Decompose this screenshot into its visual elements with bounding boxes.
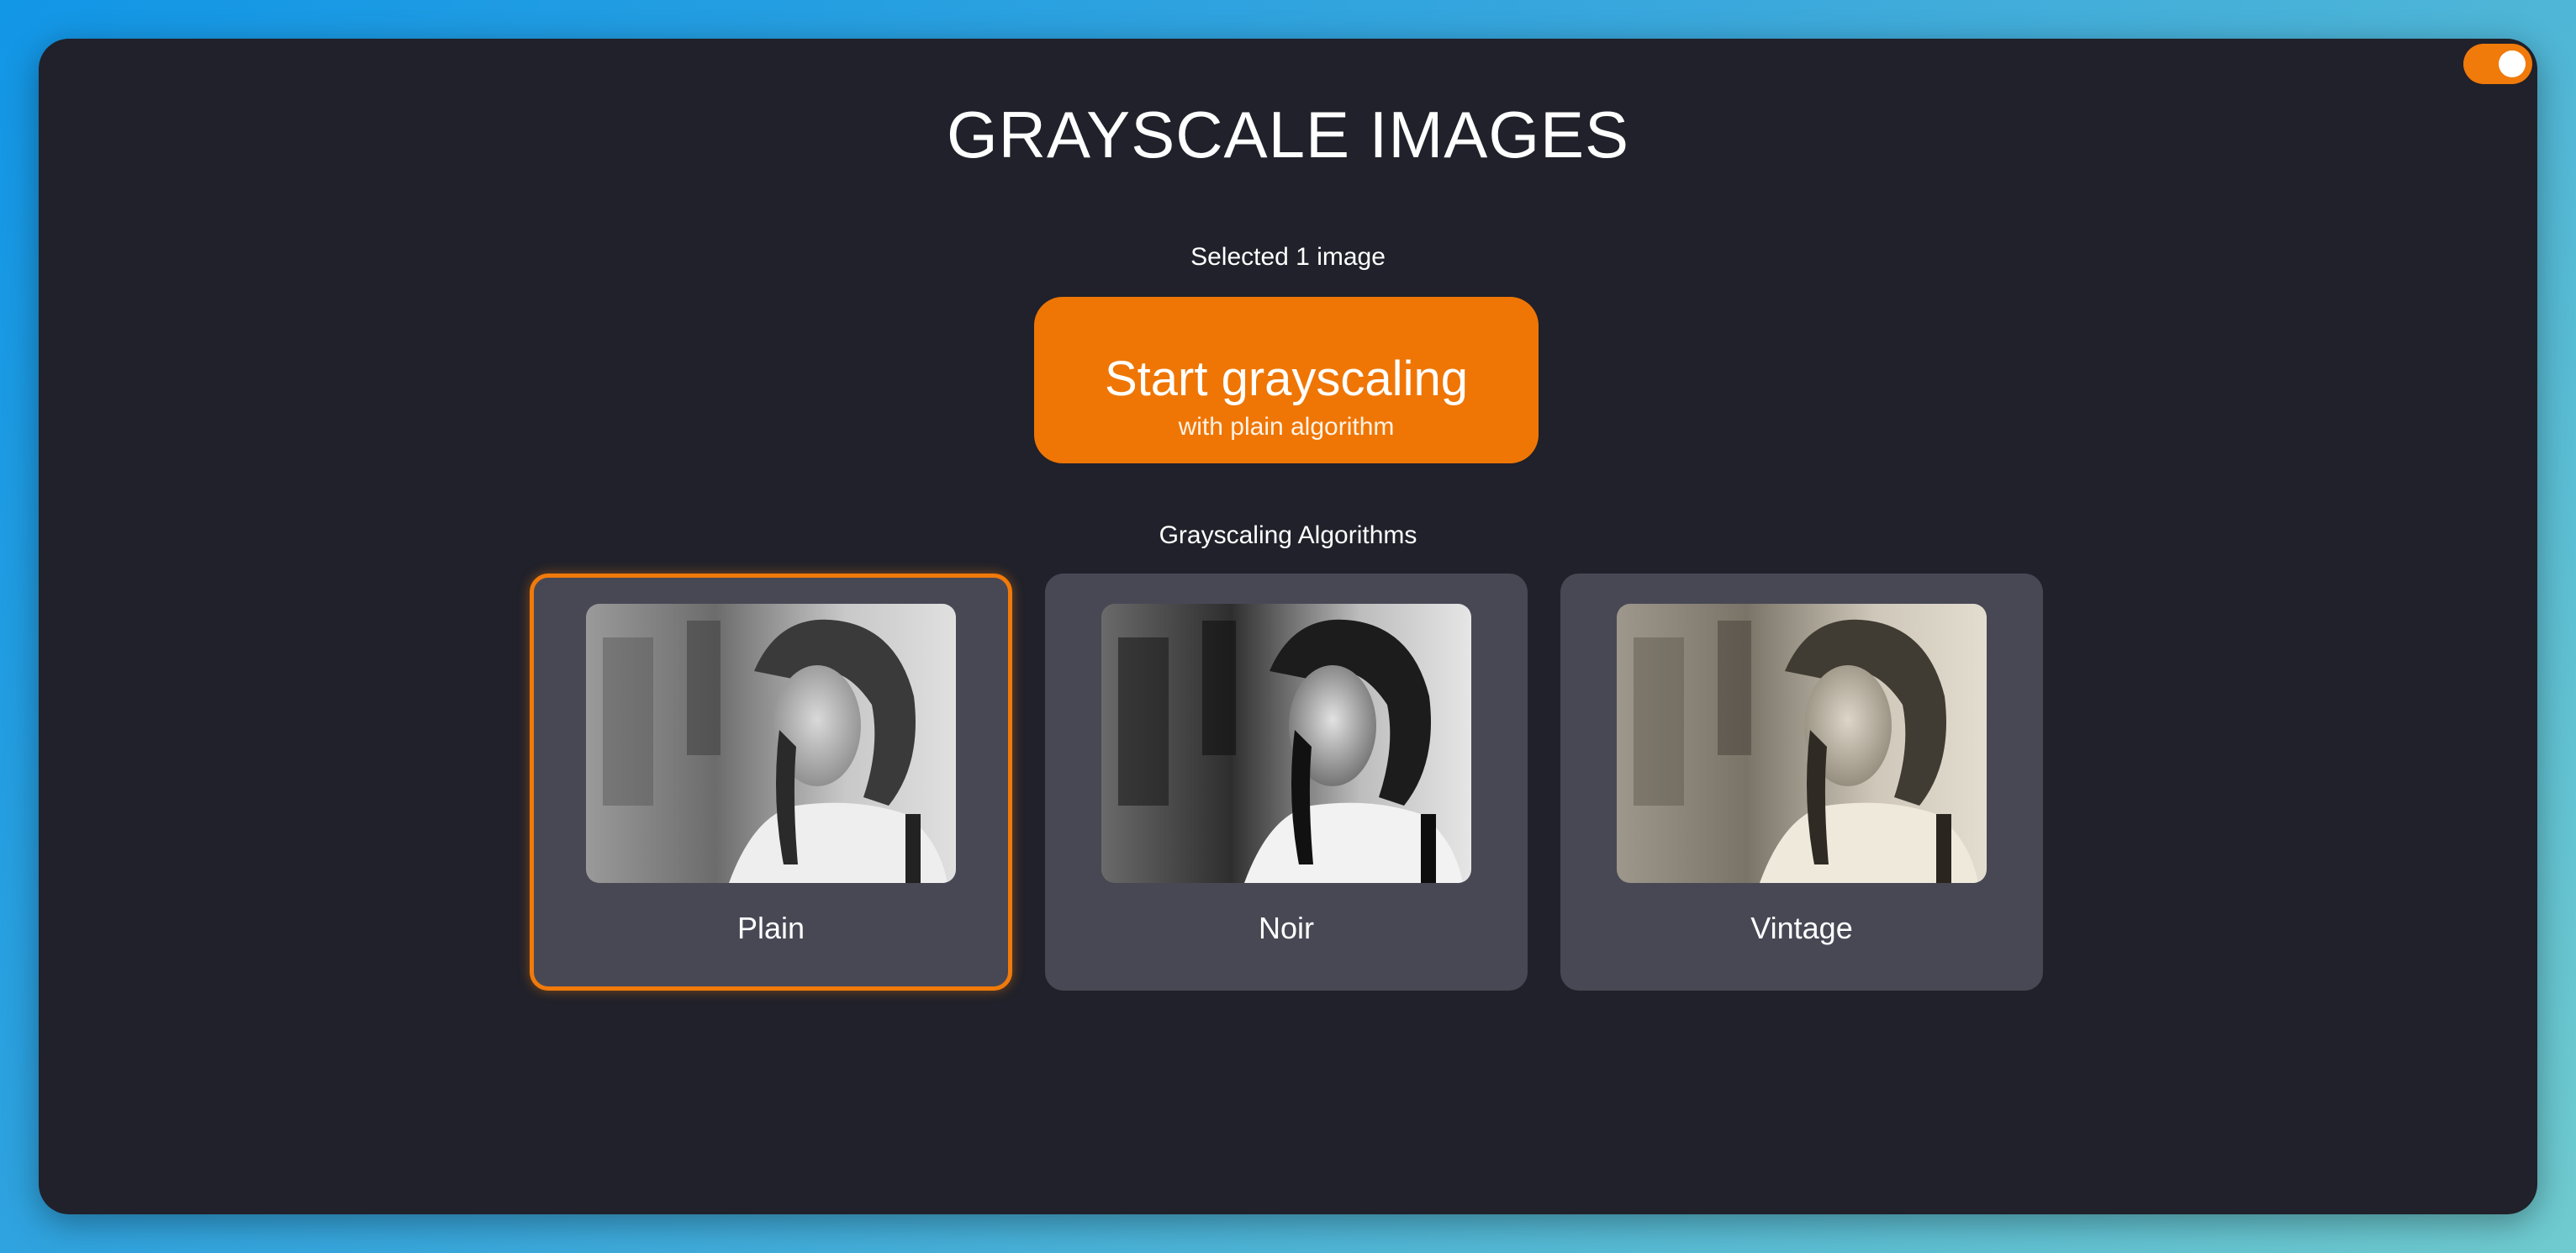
preview-image-vintage [1617,604,1987,883]
algorithm-label-plain: Plain [736,911,805,945]
theme-toggle[interactable] [2463,44,2532,84]
algorithm-label-vintage: Vintage [1750,911,1853,945]
selection-status: Selected 1 image [1190,243,1386,271]
page-title: GRAYSCALE IMAGES [946,98,1630,172]
preview-image-plain [586,604,956,883]
start-grayscaling-button[interactable]: Start grayscaling with plain algorithm [1034,297,1539,463]
start-button-sublabel: with plain algorithm [1178,413,1395,441]
algorithms-heading: Grayscaling Algorithms [1159,521,1417,549]
algorithm-card-noir[interactable]: Noir [1045,574,1528,991]
start-button-label: Start grayscaling [1105,352,1468,406]
algorithm-card-vintage[interactable]: Vintage [1560,574,2043,991]
preview-image-noir [1101,604,1471,883]
algorithm-label-noir: Noir [1258,911,1314,945]
algorithm-card-plain[interactable]: Plain [530,574,1012,991]
toggle-knob-icon [2499,50,2526,77]
